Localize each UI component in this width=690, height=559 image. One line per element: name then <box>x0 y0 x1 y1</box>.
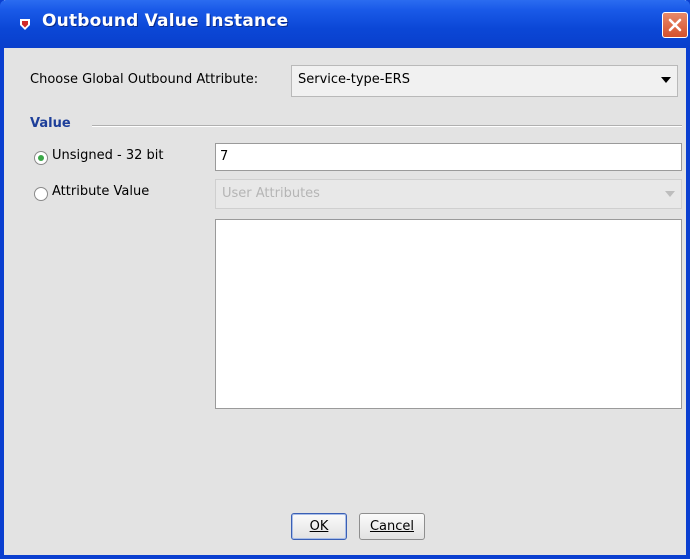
chevron-down-icon <box>665 191 675 197</box>
unsigned-value-input[interactable]: 7 <box>215 143 682 171</box>
close-button[interactable] <box>662 12 688 38</box>
cancel-button[interactable]: Cancel <box>359 513 425 540</box>
dialog-window: Outbound Value Instance Choose Global Ou… <box>0 0 690 559</box>
user-attributes-value: User Attributes <box>222 186 320 201</box>
section-divider <box>92 125 682 127</box>
user-attributes-combo: User Attributes <box>215 179 682 209</box>
cancel-button-label: Cancel <box>369 519 415 534</box>
close-icon <box>668 18 682 32</box>
ok-button[interactable]: OK <box>291 513 347 540</box>
app-icon <box>18 16 32 30</box>
unsigned-value-text: 7 <box>220 149 229 164</box>
title-bar[interactable]: Outbound Value Instance <box>0 0 690 48</box>
global-attribute-label: Choose Global Outbound Attribute: <box>30 72 259 87</box>
window-title: Outbound Value Instance <box>42 11 289 31</box>
chevron-down-icon <box>661 77 671 83</box>
unsigned-radio-label: Unsigned - 32 bit <box>52 148 164 163</box>
global-attribute-value: Service-type-ERS <box>298 72 410 87</box>
value-section-title: Value <box>30 116 71 131</box>
attribute-value-radio[interactable] <box>34 187 48 201</box>
attribute-value-label: Attribute Value <box>52 184 150 199</box>
ok-button-label: OK <box>309 519 329 534</box>
radio-selected-dot <box>38 155 44 161</box>
unsigned-radio[interactable] <box>34 151 48 165</box>
attribute-value-textarea[interactable] <box>215 219 682 409</box>
global-attribute-combo[interactable]: Service-type-ERS <box>291 65 678 97</box>
